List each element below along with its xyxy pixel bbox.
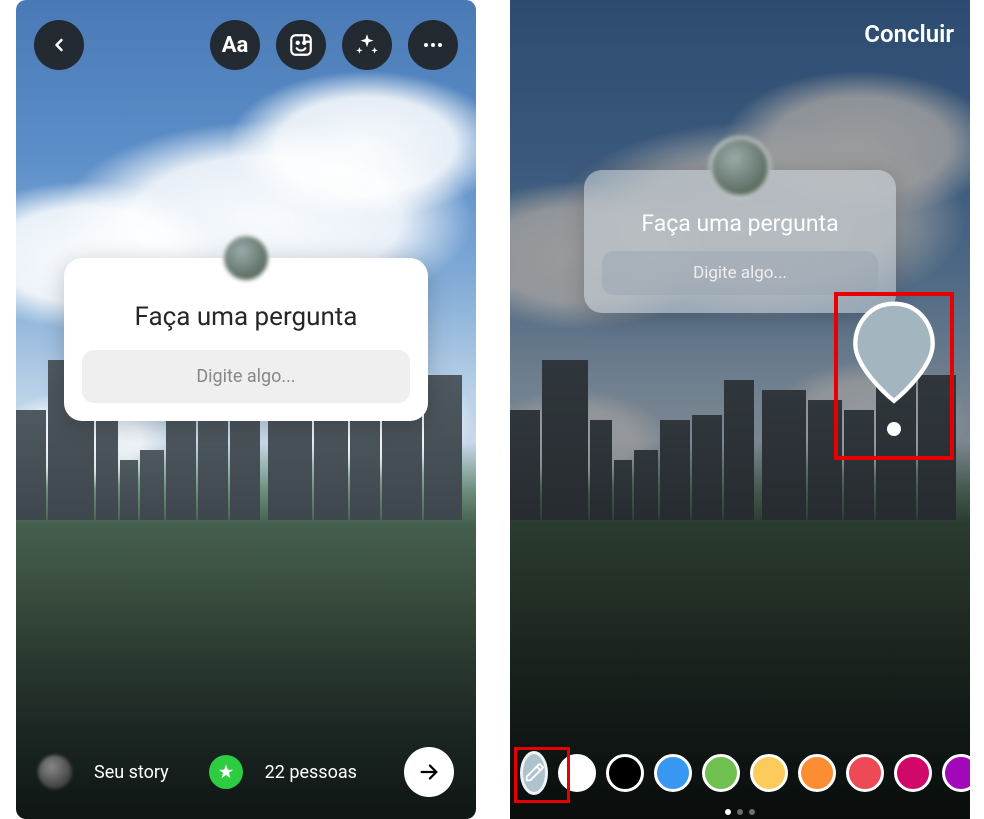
chevron-left-icon	[49, 35, 69, 55]
sticker-icon	[288, 32, 314, 58]
sparkles-icon	[354, 32, 380, 58]
done-button[interactable]: Concluir	[864, 20, 954, 48]
page-dot	[725, 809, 731, 815]
page-dot	[749, 809, 755, 815]
story-bottom-bar: Seu story 22 pessoas	[16, 747, 476, 797]
effects-button[interactable]	[342, 20, 392, 70]
more-dots-icon	[421, 33, 445, 57]
text-tool-label: Aa	[222, 33, 249, 58]
palette-page-indicator	[725, 809, 755, 815]
star-icon	[217, 763, 235, 781]
question-prompt: Faça uma pergunta	[602, 210, 878, 237]
color-swatch-pink[interactable]	[894, 754, 932, 792]
text-tool-button[interactable]: Aa	[210, 20, 260, 70]
sticker-color-editor-screen: Concluir Faça uma pergunta Digite algo..…	[510, 0, 970, 819]
close-friends-label[interactable]: 22 pessoas	[265, 762, 357, 783]
question-input[interactable]: Digite algo...	[82, 350, 410, 403]
user-avatar	[222, 234, 270, 282]
color-drop-icon	[851, 298, 937, 404]
arrow-right-icon	[418, 761, 440, 783]
user-avatar	[709, 136, 771, 198]
more-button[interactable]	[408, 20, 458, 70]
sample-point-dot	[887, 422, 901, 436]
question-input[interactable]: Digite algo...	[602, 251, 878, 295]
color-swatch-purple[interactable]	[942, 754, 970, 792]
story-editor-screen: Aa Faça uma pergunta Digite algo... Seu …	[16, 0, 476, 819]
color-swatch-white[interactable]	[558, 754, 596, 792]
send-button[interactable]	[404, 747, 454, 797]
page-dot	[737, 809, 743, 815]
color-swatch-orange[interactable]	[798, 754, 836, 792]
eyedropper-icon	[523, 762, 545, 784]
color-palette	[510, 751, 970, 795]
close-friends-badge[interactable]	[209, 755, 243, 789]
sticker-button[interactable]	[276, 20, 326, 70]
back-button[interactable]	[34, 20, 84, 70]
question-sticker[interactable]: Faça uma pergunta Digite algo...	[64, 258, 428, 421]
color-swatch-yellow[interactable]	[750, 754, 788, 792]
color-swatch-red[interactable]	[846, 754, 884, 792]
eyedropper-tool[interactable]	[520, 751, 548, 795]
color-swatch-blue[interactable]	[654, 754, 692, 792]
your-story-avatar[interactable]	[38, 755, 72, 789]
color-swatch-black[interactable]	[606, 754, 644, 792]
eyedropper-indicator[interactable]	[834, 292, 954, 460]
question-prompt: Faça uma pergunta	[82, 302, 410, 332]
your-story-label[interactable]: Seu story	[94, 762, 169, 783]
story-top-toolbar: Aa	[16, 20, 476, 70]
color-swatch-green[interactable]	[702, 754, 740, 792]
